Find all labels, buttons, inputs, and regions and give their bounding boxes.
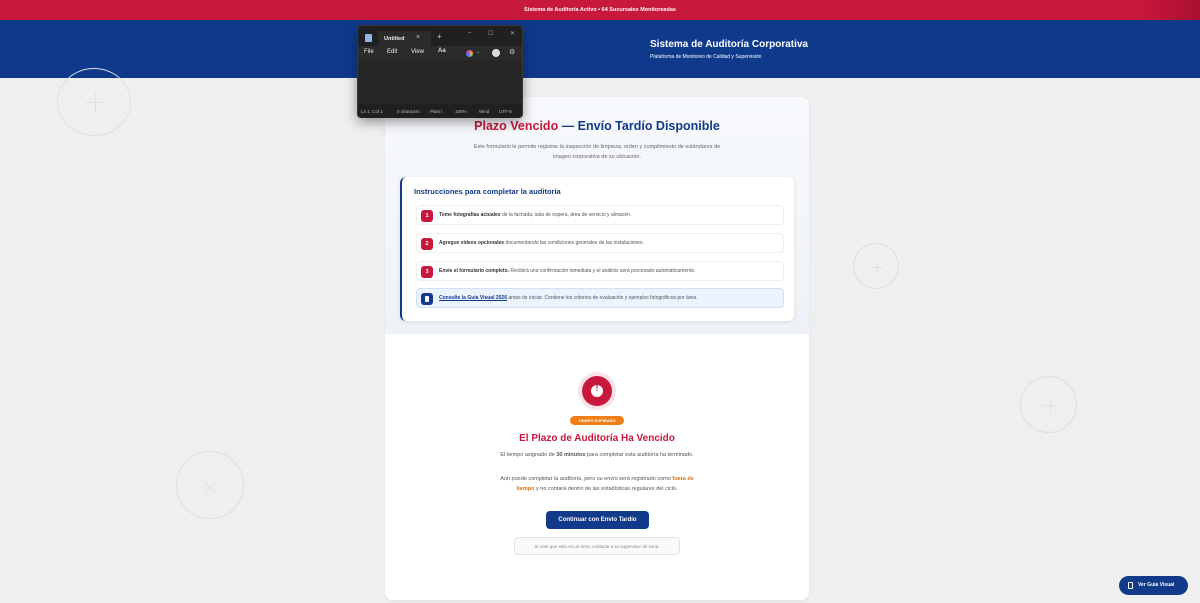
line-ending: Wind <box>479 109 490 114</box>
maximize-icon[interactable]: ☐ <box>488 30 493 37</box>
close-tab-icon[interactable]: × <box>416 34 420 41</box>
late-submission-message: Aún puede completar la auditoría, pero s… <box>497 474 697 494</box>
step-text: Tome fotografías actuales de la fachada,… <box>439 212 631 218</box>
close-window-icon[interactable]: ✕ <box>510 30 515 37</box>
step-bold: Agregue videos opcionales <box>439 240 505 246</box>
notepad-menubar: File Edit View Aa ⌄ ⚙ <box>358 46 522 60</box>
contact-supervisor-note: Si cree que esto es un error, contacte a… <box>514 537 680 555</box>
fab-label: Ver Guía Visual <box>1138 582 1175 588</box>
alert-icon <box>582 376 612 406</box>
header-title: Sistema de Auditoría Corporativa <box>650 39 808 50</box>
site-header: Sistema de Auditoría Corporativa Platafo… <box>0 20 1200 78</box>
instruction-step: 3 Envíe el formulario completo. Recibirá… <box>416 261 784 281</box>
plus-decoration-icon <box>57 68 131 136</box>
notepad-statusbar: Ln 1, Col 1 0 character: Plain t 100% Wi… <box>358 104 522 118</box>
notepad-text-area[interactable] <box>358 60 522 104</box>
plus-decoration-icon <box>1020 376 1077 433</box>
step-number: 1 <box>421 210 433 222</box>
guide-book-icon <box>421 293 433 305</box>
visual-guide-link[interactable]: Consulte la Guía Visual 2026 <box>439 295 507 301</box>
message-text: y no contará dentro de las estadísticas … <box>534 486 678 492</box>
chevron-down-icon[interactable]: ⌄ <box>476 49 480 55</box>
new-tab-icon[interactable]: + <box>437 32 442 41</box>
guide-detail: antes de iniciar. Contiene los criterios… <box>507 295 698 301</box>
message-text: Aún puede completar la auditoría, pero s… <box>500 476 673 482</box>
step-bold: Tome fotografías actuales <box>439 212 501 218</box>
message-text: El tiempo asignado de <box>500 452 557 458</box>
zoom-level: 100% <box>455 109 467 114</box>
card-header-panel: Plazo Vencido — Envío Tardío Disponible … <box>385 97 809 334</box>
step-text: Envíe el formulario completo. Recibirá u… <box>439 268 696 274</box>
menu-edit[interactable]: Edit <box>387 49 397 55</box>
title-deadline: Plazo Vencido <box>474 119 559 133</box>
message-text: para completar esta auditoría ha termina… <box>585 452 694 458</box>
menu-view[interactable]: View <box>411 49 424 55</box>
account-avatar-icon[interactable] <box>492 49 500 57</box>
encoding: UTF-8 <box>499 109 512 114</box>
notepad-app-icon <box>365 34 372 42</box>
book-icon <box>1128 582 1133 589</box>
plus-decoration-icon <box>161 436 259 534</box>
step-number: 2 <box>421 238 433 250</box>
form-description: Este formulario le permite registrar la … <box>473 144 721 160</box>
instruction-step: 2 Agregue videos opcionales documentando… <box>416 233 784 253</box>
view-visual-guide-button[interactable]: Ver Guía Visual <box>1119 576 1188 595</box>
status-banner: Sistema de Auditoría Activo • 64 Sucursa… <box>0 0 1200 20</box>
notepad-tab[interactable]: Untitled × <box>378 31 431 46</box>
minimize-icon[interactable]: – <box>468 30 471 36</box>
expired-title: El Plazo de Auditoría Ha Vencido <box>519 433 675 444</box>
header-subtitle: Plataforma de Monitoreo de Calidad y Sup… <box>650 54 762 60</box>
expired-badge: TIEMPO EXPIRADO <box>570 416 624 425</box>
visual-guide-note: Consulte la Guía Visual 2026 antes de in… <box>416 288 784 308</box>
step-detail: Recibirá una confirmación inmediata y el… <box>509 268 696 274</box>
title-late-submission: — Envío Tardío Disponible <box>561 119 720 133</box>
page-title: Plazo Vencido — Envío Tardío Disponible <box>385 119 809 133</box>
notepad-window[interactable]: Untitled × + – ☐ ✕ File Edit View Aa ⌄ ⚙… <box>357 25 523 118</box>
audit-card: Plazo Vencido — Envío Tardío Disponible … <box>385 97 809 600</box>
time-allotted: 30 minutos <box>556 452 586 458</box>
text-format: Plain t <box>430 109 443 114</box>
continue-late-submission-button[interactable]: Continuar con Envío Tardío <box>546 511 649 529</box>
guide-text: Consulte la Guía Visual 2026 antes de in… <box>439 295 697 301</box>
step-bold: Envíe el formulario completo. <box>439 268 510 274</box>
instructions-panel: Instrucciones para completar la auditorí… <box>400 177 794 321</box>
step-text: Agregue videos opcionales documentando l… <box>439 240 644 246</box>
settings-gear-icon[interactable]: ⚙ <box>509 48 515 56</box>
instructions-title: Instrucciones para completar la auditorí… <box>414 187 561 196</box>
cursor-position: Ln 1, Col 1 <box>361 109 383 114</box>
format-text-icon[interactable]: Aa <box>438 48 446 54</box>
instruction-step: 1 Tome fotografías actuales de la fachad… <box>416 205 784 225</box>
step-detail: documentando las condiciones generales d… <box>504 240 644 246</box>
step-number: 3 <box>421 266 433 278</box>
notepad-titlebar[interactable]: Untitled × + – ☐ ✕ <box>358 26 522 46</box>
character-count: 0 character: <box>397 109 421 114</box>
notepad-tab-title: Untitled <box>384 36 405 42</box>
menu-file[interactable]: File <box>364 49 374 55</box>
step-detail: de la fachada, sala de espera, área de s… <box>500 212 632 218</box>
copilot-icon[interactable] <box>466 50 473 57</box>
plus-decoration-icon <box>853 243 899 289</box>
expired-message: El tiempo asignado de 30 minutos para co… <box>497 450 697 460</box>
